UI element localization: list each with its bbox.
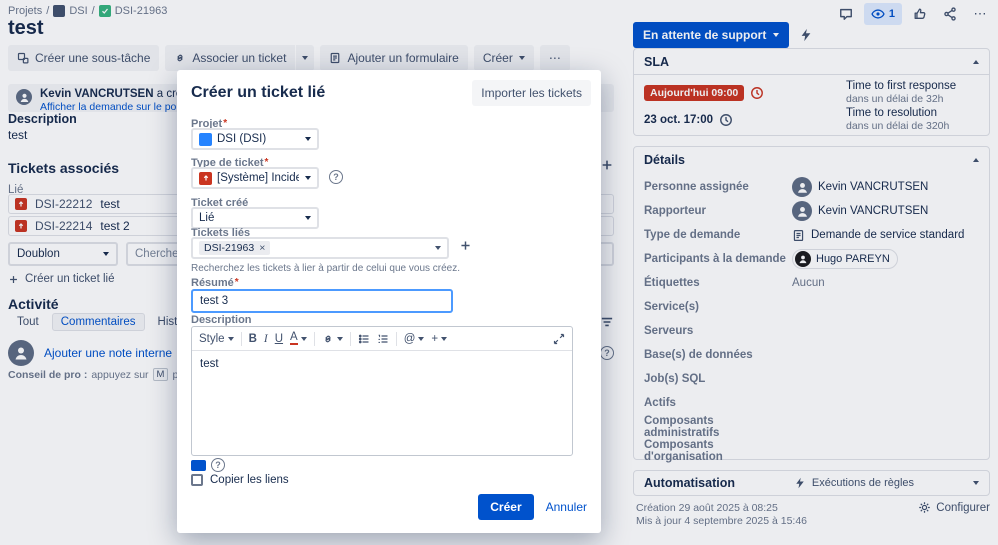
text-color-button[interactable]: A: [290, 332, 307, 345]
remove-tag-icon[interactable]: ×: [259, 242, 265, 254]
expand-editor-icon[interactable]: [553, 333, 565, 345]
editor-mode-row: [191, 458, 225, 472]
divider: [314, 332, 315, 346]
divider: [396, 332, 397, 346]
mention-button[interactable]: @: [404, 333, 425, 345]
numbered-list-icon: [377, 333, 389, 345]
linked-tickets-multiselect[interactable]: DSI-21963 ×: [191, 237, 449, 259]
jira-ticket-page: Projets / DSI / DSI-21963 test Créer une…: [0, 0, 998, 545]
insert-button[interactable]: +: [431, 333, 447, 345]
summary-input[interactable]: [191, 289, 453, 313]
chevron-down-icon: [418, 337, 424, 341]
numbered-list-button[interactable]: [377, 333, 389, 345]
description-label: Description: [191, 314, 252, 326]
dialog-title: Créer un ticket lié: [191, 84, 325, 102]
ticket-tag: DSI-21963 ×: [199, 241, 270, 255]
italic-button[interactable]: I: [264, 333, 268, 345]
help-icon[interactable]: [329, 170, 343, 184]
create-linked-ticket-dialog: Créer un ticket lié Importer les tickets…: [177, 70, 601, 533]
chevron-down-icon: [441, 337, 447, 341]
project-select[interactable]: DSI (DSI): [191, 128, 319, 150]
bullet-list-button[interactable]: [358, 333, 370, 345]
chevron-down-icon: [228, 337, 234, 341]
description-textarea[interactable]: test: [192, 351, 572, 455]
import-tickets-button[interactable]: Importer les tickets: [472, 80, 591, 106]
created-link-select[interactable]: Lié: [191, 207, 319, 229]
chevron-down-icon: [337, 337, 343, 341]
chevron-down-icon: [305, 137, 311, 141]
project-avatar-icon: [199, 133, 212, 146]
chevron-down-icon: [305, 176, 311, 180]
incident-type-icon: [199, 172, 212, 185]
copy-links-checkbox[interactable]: [191, 474, 203, 486]
link-button[interactable]: [322, 333, 343, 345]
summary-label: Résumé: [191, 277, 239, 289]
linked-tickets-help: Recherchez les tickets à lier à partir d…: [191, 263, 460, 274]
help-icon[interactable]: [211, 458, 225, 472]
editor-toolbar: Style B I U A: [192, 327, 572, 351]
chevron-down-icon: [305, 216, 311, 220]
chevron-down-icon: [301, 337, 307, 341]
divider: [241, 332, 242, 346]
cancel-button[interactable]: Annuler: [546, 500, 587, 514]
editor-mode-icon[interactable]: [191, 460, 206, 471]
chevron-down-icon: [435, 246, 441, 250]
add-linked-ticket-icon[interactable]: [459, 239, 472, 252]
style-dropdown[interactable]: Style: [199, 333, 234, 345]
issue-type-select[interactable]: [Système] Incident: [191, 167, 319, 189]
create-button[interactable]: Créer: [478, 494, 533, 520]
bold-button[interactable]: B: [249, 333, 257, 345]
bullet-list-icon: [358, 333, 370, 345]
copy-links-option[interactable]: Copier les liens: [191, 474, 289, 486]
dialog-footer: Créer Annuler: [478, 494, 587, 520]
link-icon: [322, 333, 334, 345]
description-editor: Style B I U A: [191, 326, 573, 456]
underline-button[interactable]: U: [275, 333, 283, 345]
divider: [350, 332, 351, 346]
